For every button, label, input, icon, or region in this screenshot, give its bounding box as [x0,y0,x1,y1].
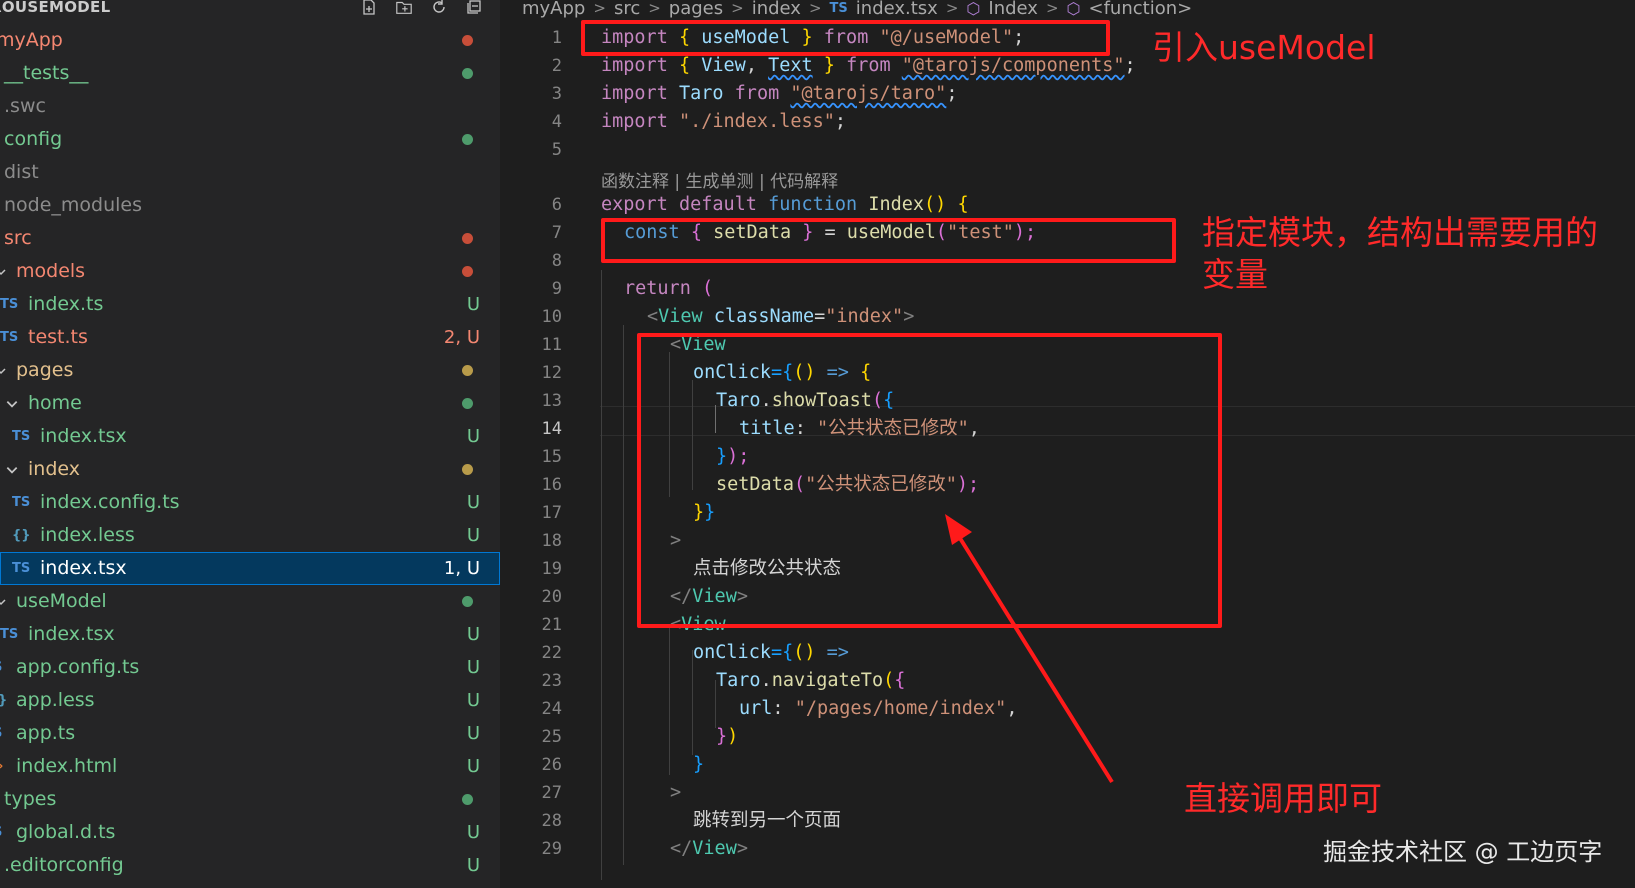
annotation-arrow [945,514,1114,784]
watermark: 掘金技术社区 @ 工边页字 [1323,838,1603,866]
